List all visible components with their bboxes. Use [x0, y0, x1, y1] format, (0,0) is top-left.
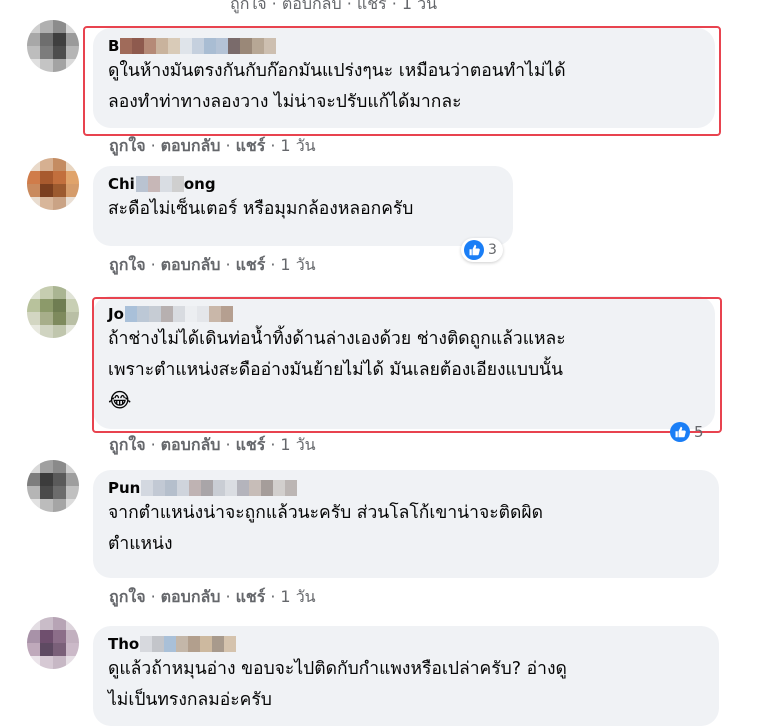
reply-link[interactable]: ตอบกลับ [161, 435, 221, 454]
like-link[interactable]: ถูกใจ [109, 136, 146, 155]
like-link[interactable]: ถูกใจ [109, 255, 146, 274]
previous-comment-actions: ถูกใจ · ตอบกลับ · แชร์ · 1 วัน [230, 0, 438, 13]
comment-actions: ถูกใจ · ตอบกลับ · แชร์ · 1 วัน [109, 435, 316, 454]
blurred-name [141, 480, 298, 496]
comment-text-line: เพราะตำแหน่งสะดืออ่างมันย้ายไม่ได้ มันเล… [108, 360, 563, 380]
timestamp[interactable]: 1 วัน [280, 136, 315, 155]
comment-text-line: จากตำแหน่งน่าจะถูกแล้วนะครับ ส่วนโลโก้เข… [108, 503, 543, 523]
comment-actions: ถูกใจ · ตอบกลับ · แชร์ · 1 วัน [109, 587, 316, 606]
blurred-name [140, 636, 237, 652]
comment-text-line: สะดือไม่เซ็นเตอร์ หรือมุมกล้องหลอกครับ [108, 199, 414, 219]
reply-link[interactable]: ตอบกลับ [161, 587, 221, 606]
avatar[interactable] [27, 286, 79, 338]
blurred-name [124, 306, 233, 322]
comment-text-line: ตำแหน่ง [108, 534, 173, 554]
blurred-name [135, 176, 184, 192]
share-link[interactable]: แชร์ [236, 587, 266, 606]
like-icon [670, 422, 690, 442]
author-name[interactable]: Pun [108, 478, 705, 498]
timestamp[interactable]: 1 วัน [280, 435, 315, 454]
avatar[interactable] [27, 460, 79, 512]
reaction-number: 3 [488, 242, 497, 258]
author-name[interactable]: Chi ong [108, 174, 499, 194]
timestamp[interactable]: 1 วัน [280, 255, 315, 274]
comment-bubble: Tho ดูแล้วถ้าหมุนอ่าง ขอบจะไปติดกับกำแพง… [93, 626, 719, 726]
comment-text-line: ไม่เป็นทรงกลมอ่ะครับ [108, 690, 272, 710]
author-name[interactable]: Jo [108, 304, 701, 324]
comment-text-line: ถ้าช่างไม่ได้เดินท่อน้ำทิ้งด้านล่างเองด้… [108, 329, 566, 349]
author-name[interactable]: B [108, 36, 701, 56]
comment-bubble: Pun จากตำแหน่งน่าจะถูกแล้วนะครับ ส่วนโลโ… [93, 470, 719, 578]
author-name[interactable]: Tho [108, 634, 705, 654]
comment-bubble: Chi ong สะดือไม่เซ็นเตอร์ หรือมุมกล้องหล… [93, 166, 513, 246]
comment-text-line: ดูแล้วถ้าหมุนอ่าง ขอบจะไปติดกับกำแพงหรือ… [108, 659, 567, 679]
reaction-count[interactable]: 5 [667, 420, 710, 444]
share-link[interactable]: แชร์ [236, 435, 266, 454]
reply-link[interactable]: ตอบกลับ [161, 136, 221, 155]
avatar[interactable] [27, 20, 79, 72]
share-link[interactable]: แชร์ [236, 136, 266, 155]
reply-link[interactable]: ตอบกลับ [161, 255, 221, 274]
comment-actions: ถูกใจ · ตอบกลับ · แชร์ · 1 วัน [109, 255, 316, 274]
laughing-emoji-icon: 😂 [108, 388, 132, 412]
blurred-name [120, 38, 277, 54]
reaction-count[interactable]: 3 [461, 238, 503, 262]
comment-bubble: Jo ถ้าช่างไม่ได้เดินท่อน้ำทิ้งด้านล่างเอ… [93, 296, 715, 429]
like-link[interactable]: ถูกใจ [109, 587, 146, 606]
comment-text-line: ลองทำท่าทางลองวาง ไม่น่าจะปรับแก้ได้มากล… [108, 92, 462, 112]
comment-bubble: B ดูในห้างมันตรงกันกับก๊อกมันแปร่งๆนะ เห… [93, 28, 715, 128]
reaction-number: 5 [694, 423, 704, 441]
like-icon [464, 240, 484, 260]
comment-text-line: ดูในห้างมันตรงกันกับก๊อกมันแปร่งๆนะ เหมื… [108, 61, 566, 81]
share-link[interactable]: แชร์ [236, 255, 266, 274]
avatar[interactable] [27, 617, 79, 669]
comment-actions: ถูกใจ · ตอบกลับ · แชร์ · 1 วัน [109, 136, 316, 155]
timestamp[interactable]: 1 วัน [280, 587, 315, 606]
avatar[interactable] [27, 158, 79, 210]
like-link[interactable]: ถูกใจ [109, 435, 146, 454]
